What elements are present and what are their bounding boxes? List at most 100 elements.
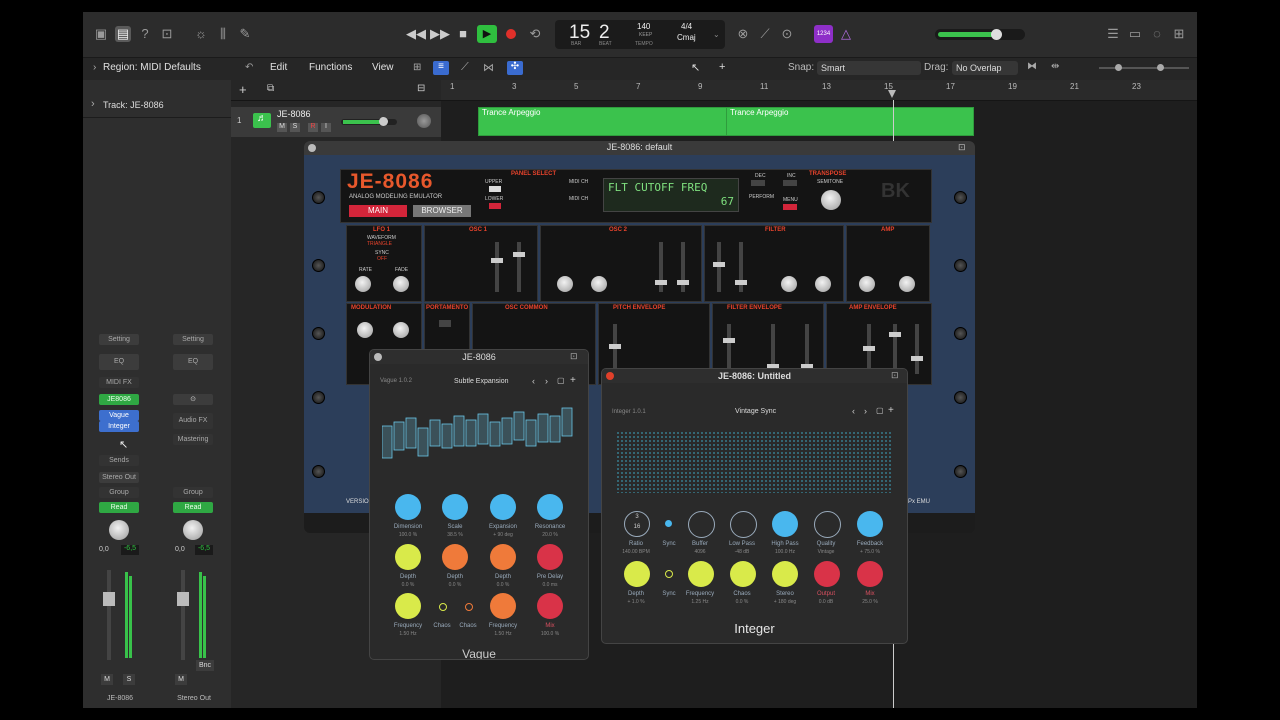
fine-knob[interactable] [591, 276, 607, 292]
drag-select[interactable]: No Overlap [952, 61, 1018, 75]
global-tracks-icon[interactable]: ⊟ [417, 83, 425, 94]
master-volume-thumb[interactable] [991, 29, 1002, 40]
add-track-icon[interactable]: + [239, 82, 247, 97]
chaos-toggle[interactable] [439, 603, 447, 611]
mute-button[interactable]: M [101, 674, 113, 685]
toolbar-icon[interactable]: ⊡ [159, 26, 175, 42]
frequency-knob[interactable] [490, 593, 516, 619]
volume-fader[interactable] [177, 592, 189, 606]
mix-knob[interactable] [857, 561, 883, 587]
track-volume-thumb[interactable] [379, 117, 388, 126]
library-icon[interactable]: ▣ [93, 26, 109, 42]
pointer-tool-icon[interactable]: ↖ [691, 61, 700, 74]
region-chevron-icon[interactable]: › [93, 62, 96, 73]
inspector-icon[interactable]: ▤ [115, 26, 131, 42]
add-icon[interactable]: + [888, 405, 894, 416]
automation-read-button[interactable]: Read [173, 502, 213, 513]
play-button[interactable]: ▶ [477, 25, 497, 43]
volume-fader[interactable] [103, 592, 115, 606]
mix-knob[interactable] [537, 593, 563, 619]
mute-button[interactable]: M [175, 674, 187, 685]
snap-select[interactable]: Smart [817, 61, 921, 75]
depth-knob[interactable] [395, 544, 421, 570]
close-icon[interactable] [374, 353, 382, 361]
range-knob[interactable] [557, 276, 573, 292]
fader-cap[interactable] [609, 344, 621, 349]
add-icon[interactable]: + [570, 375, 576, 386]
replace-icon[interactable]: ⊗ [735, 26, 751, 42]
sync-toggle[interactable] [665, 570, 673, 578]
high-pass-knob[interactable] [772, 511, 798, 537]
stop-icon[interactable]: ■ [455, 26, 471, 42]
forward-icon[interactable]: ▶▶ [430, 26, 450, 42]
osc1-mix-fader[interactable] [517, 242, 521, 292]
inc-button[interactable] [783, 180, 797, 186]
resonance-knob[interactable] [537, 494, 563, 520]
grid-view-icon[interactable]: ⊞ [413, 62, 427, 75]
editors-icon[interactable]: ✎ [237, 26, 253, 42]
frequency-knob[interactable] [688, 561, 714, 587]
link-icon[interactable]: ⊙ [173, 394, 213, 405]
sync-toggle[interactable] [665, 520, 672, 527]
setting-button[interactable]: Setting [173, 334, 213, 345]
next-preset-icon[interactable]: › [864, 406, 867, 416]
lfo-fade-knob[interactable] [393, 276, 409, 292]
preset-name[interactable]: Subtle Expansion [454, 378, 508, 385]
edit-menu[interactable]: Edit [270, 62, 287, 73]
depth-knob[interactable] [490, 544, 516, 570]
expand-icon[interactable]: ⊡ [958, 142, 966, 153]
record-enable-button[interactable]: R [308, 123, 318, 132]
list-editors-icon[interactable]: ☰ [1105, 26, 1121, 42]
automation-icon[interactable]: ⟋ [461, 61, 469, 74]
duplicate-track-icon[interactable]: ⧉ [267, 83, 274, 94]
expansion-knob[interactable] [490, 494, 516, 520]
sync-value[interactable]: OFF [377, 256, 387, 262]
midi-region[interactable]: Trance Arpeggio [478, 107, 727, 136]
track-volume-slider[interactable] [341, 117, 397, 126]
buffer-knob[interactable] [688, 511, 715, 538]
input-monitor-button[interactable]: I [321, 123, 331, 132]
chaos-knob[interactable] [730, 561, 756, 587]
sends-button[interactable]: Sends [99, 455, 139, 466]
fader-cap[interactable] [889, 332, 901, 337]
mod-amp-knob[interactable] [357, 322, 373, 338]
zoom-slider[interactable] [1099, 64, 1189, 71]
expand-icon[interactable]: ⊡ [570, 351, 578, 362]
key-follow-knob[interactable] [781, 276, 797, 292]
depth-knob[interactable] [442, 544, 468, 570]
fader-cap[interactable] [863, 346, 875, 351]
track-row[interactable]: 1 ♬ JE-8086 M S R I [231, 107, 441, 137]
browser-search-icon[interactable]: ◌ [1149, 26, 1165, 42]
preset-name[interactable]: Vintage Sync [735, 408, 776, 415]
scale-knob[interactable] [442, 494, 468, 520]
eq-button[interactable]: EQ [99, 354, 139, 370]
lfo1-depth-knob[interactable] [815, 276, 831, 292]
amp-level-knob[interactable] [899, 276, 915, 292]
solo-button[interactable]: S [123, 674, 135, 685]
track-solo-button[interactable]: S [290, 123, 300, 132]
fader-cap[interactable] [513, 252, 525, 257]
count-in-badge[interactable]: 1234 [814, 25, 833, 43]
cycle-icon[interactable]: ⟲ [527, 26, 543, 42]
save-icon[interactable]: ▢ [557, 376, 565, 385]
audio-fx-button[interactable]: Audio FX [173, 413, 213, 429]
chaos-toggle[interactable] [465, 603, 473, 611]
mixer-icon[interactable]: ⫼ [215, 26, 231, 42]
feedback-knob[interactable] [857, 511, 883, 537]
waveform-value[interactable]: TRIANGLE [367, 241, 392, 247]
catch-icon[interactable]: ✣ [507, 61, 523, 75]
master-volume-slider[interactable] [935, 29, 1025, 40]
solo-icon[interactable]: ⊙ [779, 26, 795, 42]
close-icon[interactable] [606, 372, 614, 380]
setting-button[interactable]: Setting [99, 334, 139, 345]
instrument-slot[interactable]: JE8086 [99, 394, 139, 405]
save-icon[interactable]: ▢ [876, 406, 884, 415]
expand-icon[interactable]: ⊡ [891, 370, 899, 381]
track-inspector-label[interactable]: Track: JE-8086 [103, 100, 164, 110]
mastering-button[interactable]: Mastering [173, 434, 213, 445]
rewind-icon[interactable]: ◀◀ [406, 26, 426, 42]
dec-button[interactable] [751, 180, 765, 186]
eq-button[interactable]: EQ [173, 354, 213, 370]
waveform-zoom-icon[interactable]: ⧓ [1027, 61, 1037, 72]
help-icon[interactable]: ? [137, 26, 153, 42]
